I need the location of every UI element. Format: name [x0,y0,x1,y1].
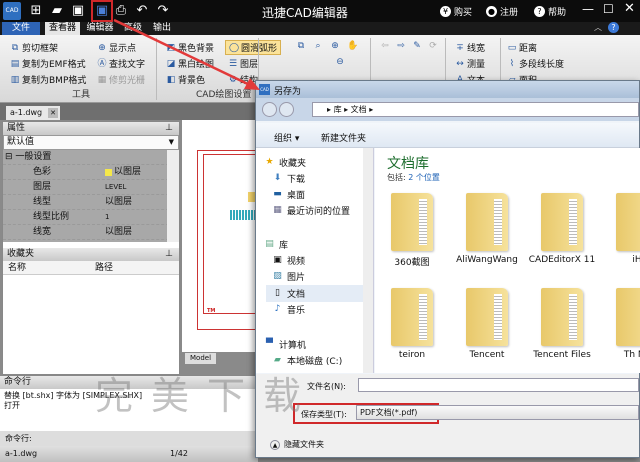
annotation-arrow [113,18,260,90]
arrow-line [113,18,253,88]
